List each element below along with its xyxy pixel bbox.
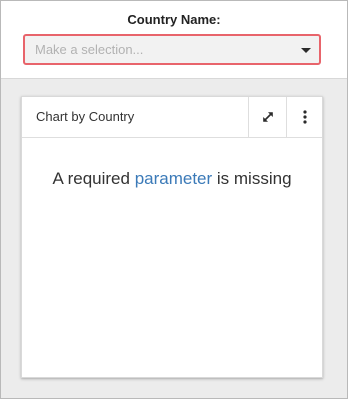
parameter-bar: Country Name: Make a selection... — [1, 1, 347, 79]
country-name-label: Country Name: — [127, 12, 221, 27]
message-text-after: is missing — [212, 169, 292, 188]
chart-card: Chart by Country A required parameter is… — [21, 96, 323, 378]
dashboard-frame: Country Name: Make a selection... Chart … — [0, 0, 348, 399]
more-options-button[interactable] — [286, 97, 323, 137]
caret-down-icon — [301, 48, 311, 53]
parameter-link[interactable]: parameter — [135, 169, 212, 188]
select-placeholder: Make a selection... — [35, 42, 144, 57]
expand-button[interactable] — [248, 97, 287, 137]
expand-icon — [263, 112, 273, 122]
country-name-select[interactable]: Make a selection... — [23, 34, 321, 65]
card-header: Chart by Country — [22, 97, 322, 138]
missing-parameter-message: A required parameter is missing — [22, 169, 322, 189]
message-text-before: A required — [52, 169, 135, 188]
card-title: Chart by Country — [36, 109, 135, 124]
more-vertical-icon — [303, 110, 307, 124]
